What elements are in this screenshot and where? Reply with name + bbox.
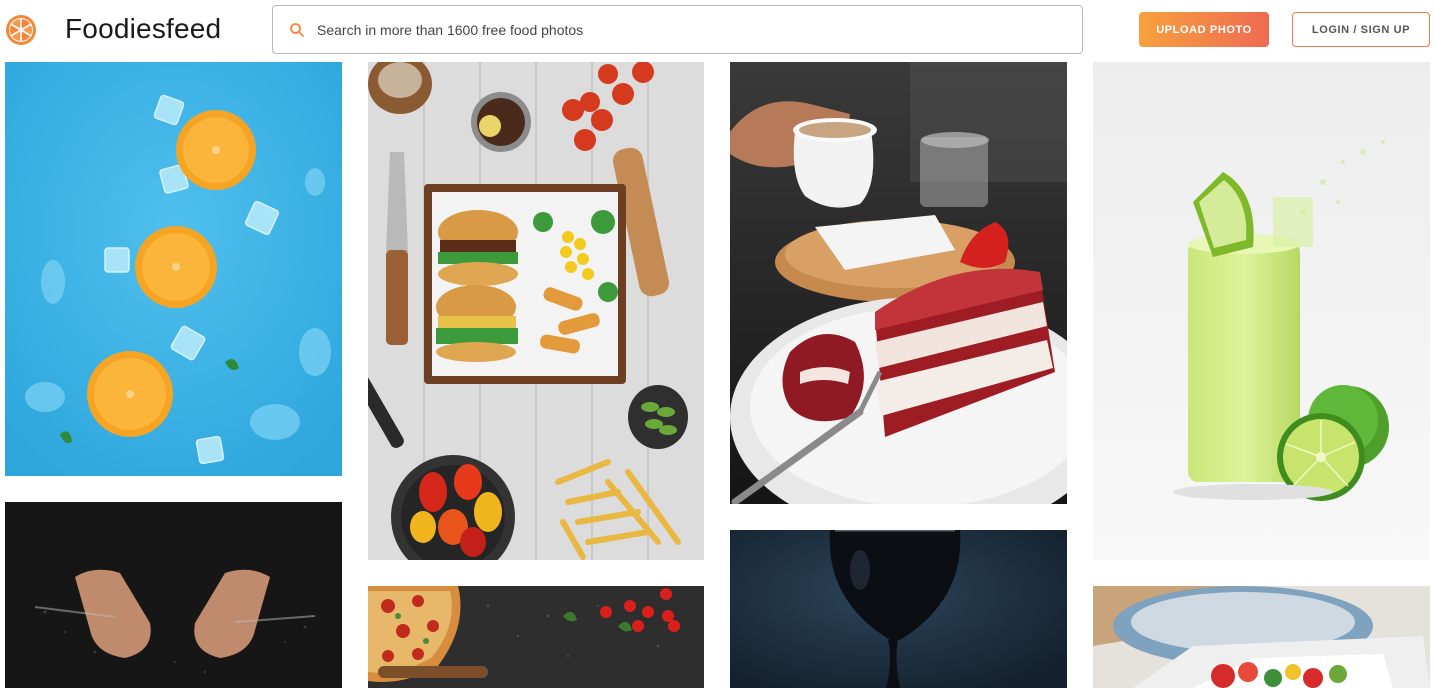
photo-salad-bowl[interactable]	[1093, 586, 1430, 688]
upload-photo-button[interactable]: UPLOAD PHOTO	[1139, 12, 1269, 47]
photo-lime-drink[interactable]	[1093, 62, 1430, 560]
search-icon	[290, 23, 304, 37]
pizza-image	[368, 586, 704, 688]
photo-flour-hands[interactable]	[5, 502, 342, 688]
photo-oranges-ice[interactable]	[5, 62, 342, 476]
flour-hands-image	[5, 502, 342, 688]
login-signup-button[interactable]: LOGIN / SIGN UP	[1292, 12, 1430, 47]
photo-red-velvet-cake[interactable]	[730, 62, 1067, 504]
brand-name[interactable]: Foodiesfeed	[65, 13, 221, 45]
red-velvet-cake-image	[730, 62, 1067, 504]
salad-bowl-image	[1093, 586, 1430, 688]
dark-sauce-image	[730, 530, 1067, 688]
photo-pizza[interactable]	[368, 586, 704, 688]
burger-platter-image	[368, 62, 704, 560]
orange-slice-icon[interactable]	[5, 14, 37, 46]
lime-drink-image	[1093, 62, 1430, 560]
photo-burger-platter[interactable]	[368, 62, 704, 560]
search-input[interactable]	[317, 18, 1057, 42]
oranges-ice-image	[5, 62, 342, 476]
site-header: Foodiesfeed UPLOAD PHOTO LOGIN / SIGN UP	[0, 0, 1435, 60]
search-bar[interactable]	[272, 5, 1083, 54]
photo-dark-sauce[interactable]	[730, 530, 1067, 688]
